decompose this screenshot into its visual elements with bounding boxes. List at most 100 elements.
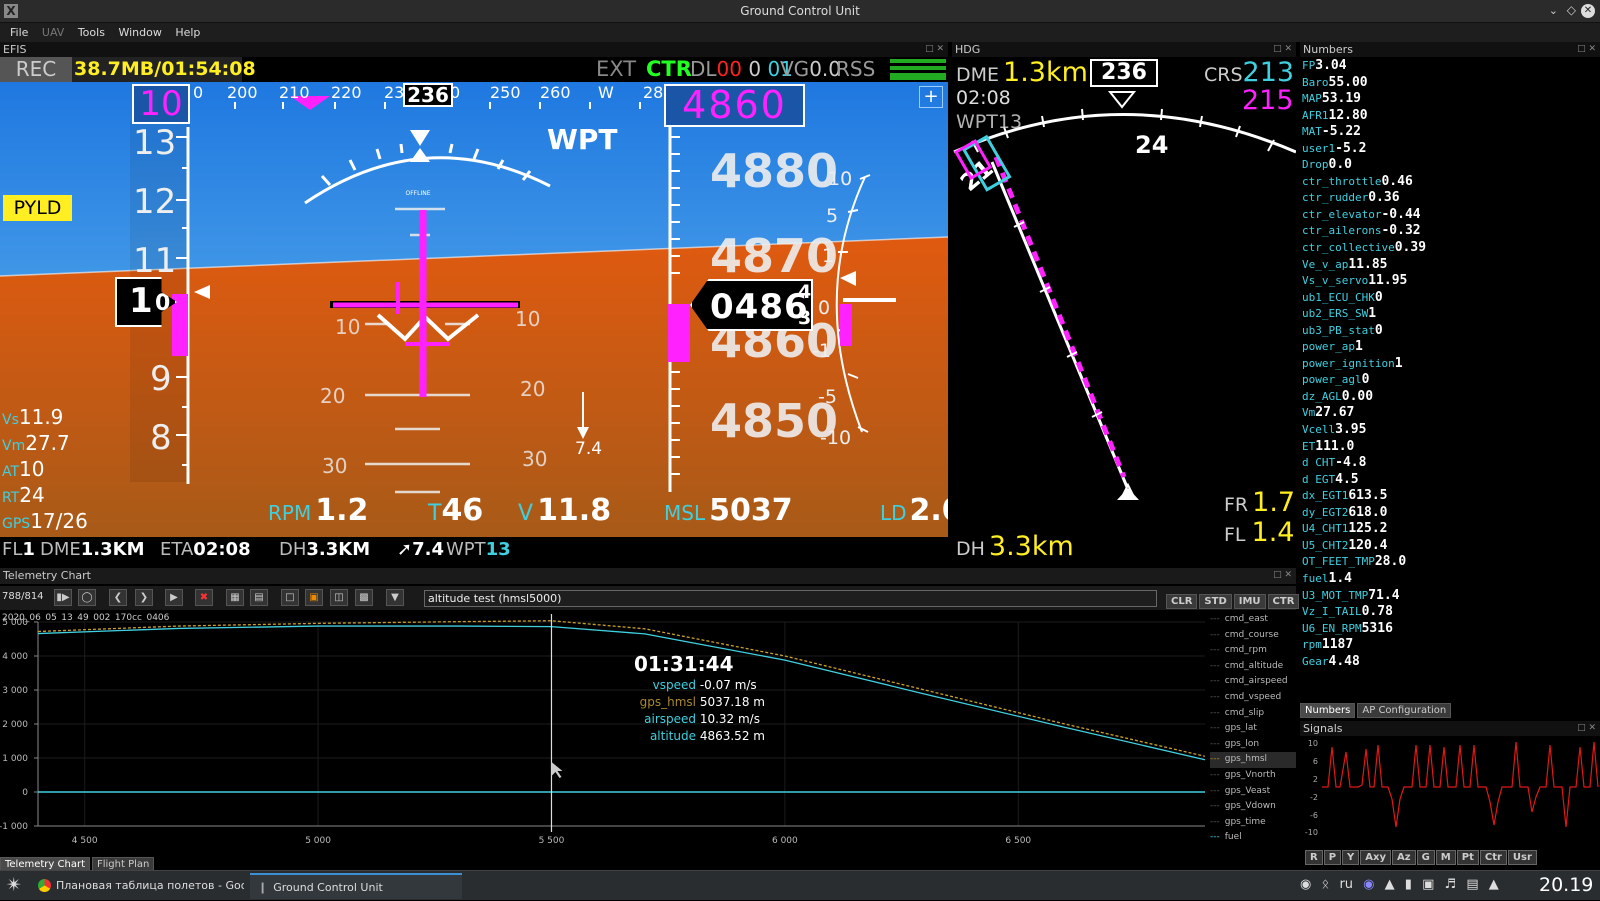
close-button[interactable]: ✕ (1581, 4, 1595, 18)
number-row: MAT-5.22 (1302, 123, 1598, 140)
number-value: -4.8 (1335, 455, 1367, 471)
skip-to-start-button[interactable]: ▮▶ (54, 589, 72, 606)
legend-item[interactable]: --- gps_time (1210, 815, 1296, 831)
pitch-label: 30 (322, 454, 347, 478)
document-button[interactable]: □ (281, 589, 299, 606)
efis-bottom-strip: FL1 DME1.3KM ETA02:08 DH3.3KM ➚7.4 WPT13 (0, 537, 948, 562)
legend-item[interactable]: --- gps_lon (1210, 737, 1296, 753)
folder-icon[interactable]: ◫ (330, 589, 348, 606)
accessibility-icon[interactable]: ◉ (1300, 877, 1311, 892)
std-button[interactable]: STD (1199, 594, 1232, 609)
signal-button-p[interactable]: P (1323, 850, 1342, 865)
wifi-icon[interactable]: ▲ (1385, 877, 1395, 892)
t-value: 46 (441, 493, 484, 528)
filter-icon[interactable]: ▼ (386, 589, 404, 606)
signal-button-pt[interactable]: Pt (1456, 850, 1479, 865)
tab-ap-configuration[interactable]: AP Configuration (1357, 703, 1452, 718)
tab-numbers[interactable]: Numbers (1300, 703, 1356, 718)
signal-button-az[interactable]: Az (1392, 850, 1416, 865)
legend-item[interactable]: --- gps_Vdown (1210, 799, 1296, 815)
window-titlebar: X Ground Control Unit ⌄ ◇ ✕ (0, 0, 1600, 23)
menu-window[interactable]: Window (118, 26, 161, 39)
dme-value: 1.3KM (80, 539, 145, 560)
legend-item[interactable]: --- cmd_altitude (1210, 659, 1296, 675)
ctr-button[interactable]: CTR (1267, 594, 1300, 609)
menu-uav[interactable]: UAV (42, 26, 64, 39)
maximize-button[interactable]: ◇ (1567, 3, 1576, 17)
start-menu-icon[interactable]: ✴ (6, 874, 22, 896)
panel-close-icon[interactable]: □ ✕ (1577, 721, 1596, 736)
imu-button[interactable]: IMU (1233, 594, 1266, 609)
language-indicator[interactable]: ru (1339, 877, 1353, 892)
legend-item[interactable]: --- cmd_vspeed (1210, 690, 1296, 706)
taskbar-item-browser[interactable]: Плановая таблица полетов - Goo... (32, 873, 244, 899)
signal-button-m[interactable]: M (1435, 850, 1456, 865)
y-tick-label: -1 000 (0, 822, 28, 832)
legend-item[interactable]: --- cmd_slip (1210, 706, 1296, 722)
menu-tools[interactable]: Tools (78, 26, 105, 39)
legend-item[interactable]: --- cmd_east (1210, 612, 1296, 628)
image-button[interactable]: ▩ (355, 589, 373, 606)
taskbar-item-gcu[interactable]: ❙ Ground Control Unit (250, 873, 462, 899)
number-value: 53.19 (1321, 91, 1362, 107)
minimize-button[interactable]: ⌄ (1549, 4, 1558, 17)
prev-button[interactable]: ❮ (109, 589, 127, 606)
split-view-button[interactable]: ▦ (226, 589, 244, 606)
legend-item[interactable]: --- gps_Veast (1210, 784, 1296, 800)
legend-item[interactable]: --- fuel (1210, 830, 1296, 846)
battery-icon[interactable]: ▮ (1405, 877, 1412, 892)
clr-button[interactable]: CLR (1166, 594, 1198, 609)
clipboard-icon[interactable]: ▤ (1466, 877, 1478, 892)
signal-button-ctr[interactable]: Ctr (1479, 850, 1507, 865)
number-value: 618.0 (1348, 504, 1388, 520)
bluetooth-icon[interactable]: ᛟ (1321, 877, 1329, 892)
stat-row: AT10 (2, 457, 102, 483)
add-button[interactable]: + (919, 86, 943, 108)
number-key: d EGT (1302, 472, 1336, 486)
panel-close-icon[interactable]: □ ✕ (1273, 568, 1292, 583)
play-button[interactable]: ▶ (165, 589, 183, 606)
legend-swatch: --- (1210, 660, 1220, 671)
legend-swatch: --- (1210, 816, 1220, 827)
legend-label: cmd_course (1224, 629, 1279, 640)
telemetry-search-input[interactable] (424, 590, 1157, 607)
signal-button-g[interactable]: G (1416, 850, 1435, 865)
msl-readout: MSL 5037 (664, 493, 793, 528)
number-value: -0.32 (1381, 223, 1421, 239)
number-row: d CHT-4.8 (1302, 454, 1598, 471)
legend-swatch: --- (1210, 676, 1220, 687)
legend-item[interactable]: --- cmd_airspeed (1210, 674, 1296, 690)
velocity-readout: V 11.8 (518, 493, 611, 528)
signal-button-r[interactable]: R (1305, 850, 1323, 865)
menu-file[interactable]: File (10, 26, 28, 39)
wind-value: 7.4 (412, 539, 444, 560)
volume-icon[interactable]: ♬ (1445, 877, 1457, 892)
number-row: Gear4.48 (1302, 653, 1598, 670)
messenger-icon[interactable]: ◉ (1363, 877, 1374, 892)
layout-button[interactable]: ▤ (250, 589, 268, 606)
tray-expand-icon[interactable]: ▲ (1489, 877, 1499, 892)
lock-icon[interactable]: ▣ (1422, 877, 1434, 892)
legend-label: cmd_altitude (1224, 660, 1284, 671)
next-button[interactable]: ❯ (135, 589, 153, 606)
signal-button-y[interactable]: Y (1342, 850, 1360, 865)
signal-button-usr[interactable]: Usr (1507, 850, 1537, 865)
legend-item[interactable]: --- gps_Vnorth (1210, 768, 1296, 784)
legend-item[interactable]: --- cmd_course (1210, 628, 1296, 644)
panel-close-icon[interactable]: □ ✕ (925, 42, 944, 57)
number-row: user1-5.2 (1302, 140, 1598, 157)
panel-close-icon[interactable]: □ ✕ (1273, 42, 1292, 57)
legend-item[interactable]: --- gps_hmsl (1210, 752, 1296, 768)
panel-close-icon[interactable]: □ ✕ (1577, 42, 1596, 57)
sync-icon[interactable]: ◯ (78, 589, 96, 606)
menu-help[interactable]: Help (175, 26, 200, 39)
legend-item[interactable]: --- gps_lat (1210, 721, 1296, 737)
clock[interactable]: 20.19 (1539, 874, 1593, 896)
number-key: dy_EGT2 (1302, 505, 1349, 519)
legend-item[interactable]: --- cmd_rpm (1210, 643, 1296, 659)
signal-button-axy[interactable]: Axy (1360, 850, 1392, 865)
export-button[interactable]: ▣ (305, 589, 323, 606)
number-value: 1 (1354, 339, 1363, 355)
hdg-dh: DH 3.3km (956, 531, 1074, 562)
stop-button[interactable]: ✖ (195, 589, 213, 606)
